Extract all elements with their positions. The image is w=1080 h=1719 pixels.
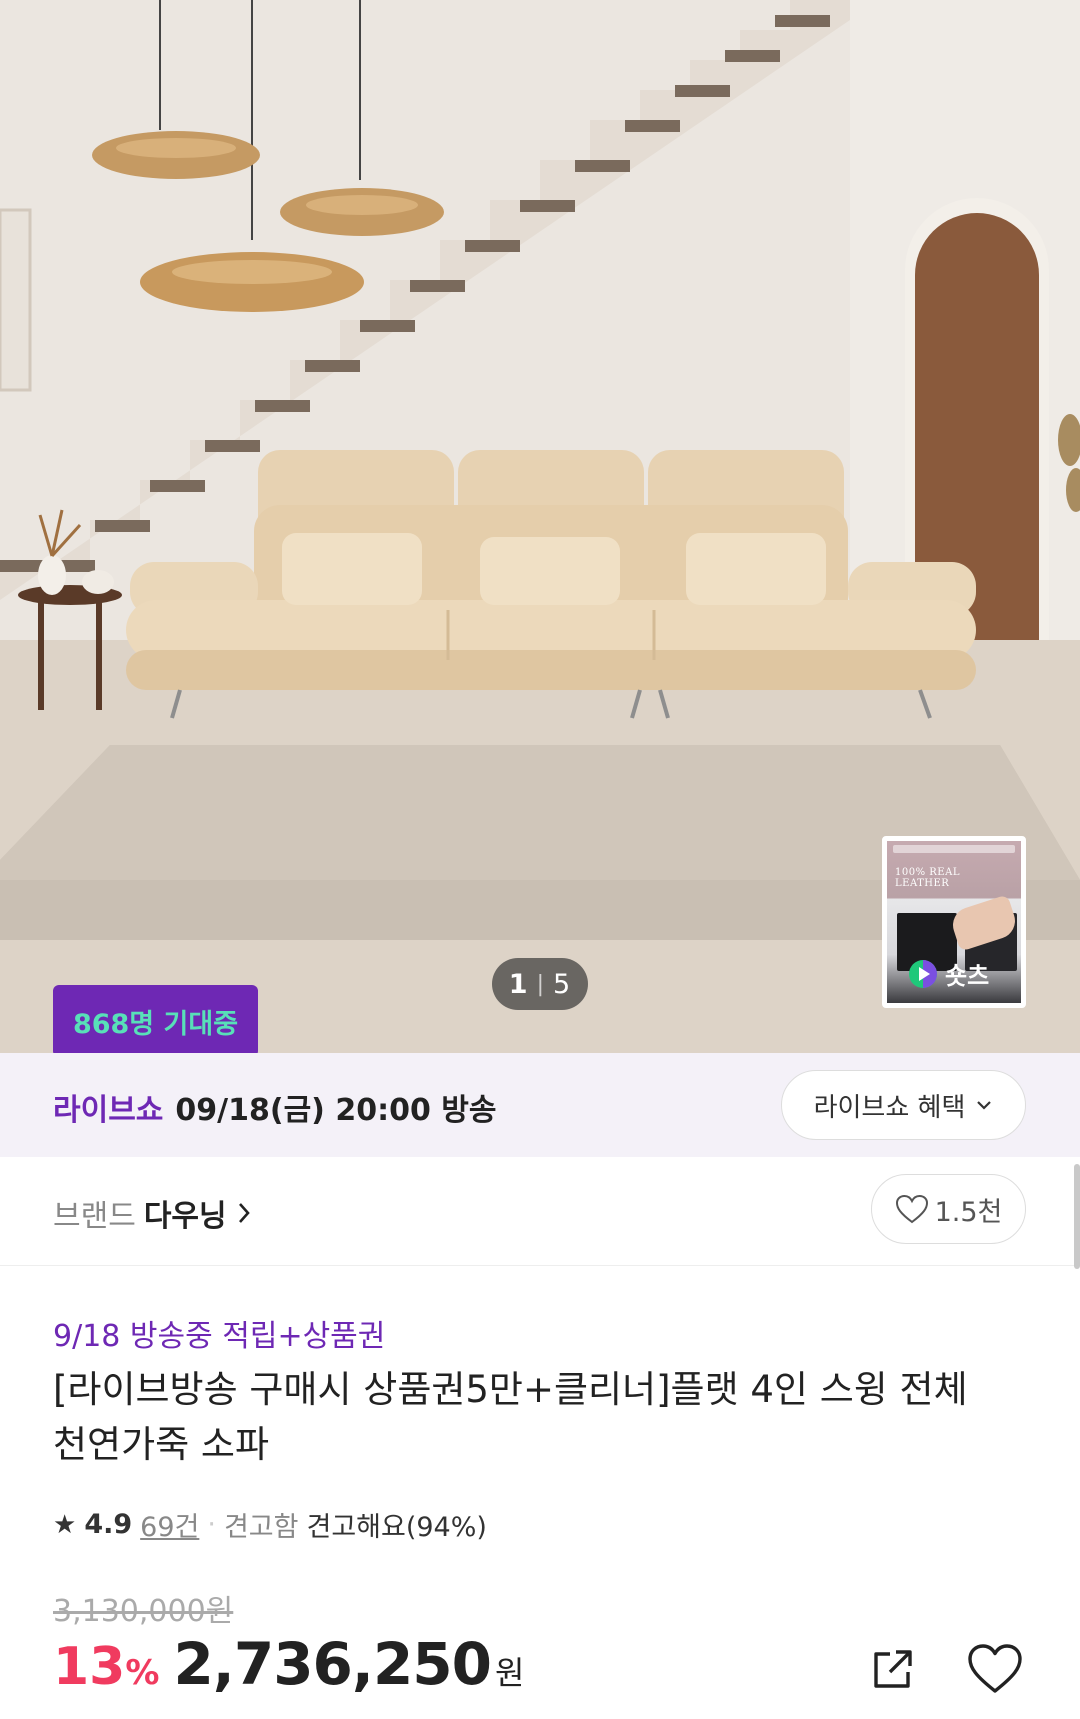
price-unit: 원 [495, 1654, 524, 1692]
image-counter-total: 5 [553, 968, 572, 1000]
brand-like-button[interactable]: 1.5천 [871, 1174, 1026, 1244]
expectation-badge: 868명 기대중 [53, 985, 258, 1069]
live-show-schedule: 라이브쇼 09/18(금) 20:00 방송 [53, 1085, 496, 1129]
brand-row: 브랜드 다우닝 1.5천 [0, 1157, 1080, 1266]
live-show-benefit-label: 라이브쇼 혜택 [813, 1092, 966, 1123]
live-show-time: 09/18(금) 20:00 방송 [175, 1093, 497, 1128]
attribute-label: 견고함 [223, 1512, 299, 1543]
live-show-benefit-button[interactable]: 라이브쇼 혜택 [781, 1070, 1026, 1140]
separator-dot: · [207, 1509, 216, 1540]
star-icon: ★ [53, 1509, 77, 1540]
price-row: 13% 2,736,250 원 [53, 1630, 524, 1698]
brand-like-count: 1.5천 [934, 1196, 1003, 1228]
share-icon[interactable] [868, 1646, 916, 1694]
shorts-thumbnail-header [893, 845, 1015, 853]
discount-rate: 13% [53, 1637, 159, 1697]
live-show-label: 라이브쇼 [53, 1093, 164, 1128]
discount-value: 13 [53, 1637, 126, 1697]
shorts-thumbnail[interactable]: 100% REAL LEATHER 숏츠 [882, 836, 1026, 1008]
image-counter-separator: | [536, 971, 546, 997]
heart-outline-icon [895, 1194, 928, 1224]
rating-score: 4.9 [84, 1509, 133, 1540]
image-counter-current: 1 [508, 968, 529, 1000]
brand-label: 브랜드 [53, 1199, 136, 1234]
rating-row: ★ 4.9 69건 · 견고함 견고해요(94%) [53, 1505, 487, 1544]
chevron-down-icon [977, 1101, 992, 1110]
product-image-carousel[interactable]: 1 | 5 100% REAL LEATHER 숏츠 [0, 0, 1080, 1053]
scrollbar[interactable] [1074, 1164, 1080, 1269]
image-counter: 1 | 5 [492, 958, 588, 1010]
review-count-link[interactable]: 69건 [140, 1505, 199, 1544]
shorts-label: 숏츠 [907, 956, 989, 991]
brand-name: 다우닝 [143, 1199, 227, 1234]
original-price: 3,130,000원 [53, 1594, 234, 1629]
live-show-bar: 라이브쇼 09/18(금) 20:00 방송 라이브쇼 혜택 [0, 1053, 1080, 1157]
sale-price: 2,736,250 원 [173, 1630, 524, 1698]
shorts-caption: 100% REAL LEATHER [895, 867, 960, 889]
discount-unit: % [125, 1653, 160, 1693]
sale-price-value: 2,736,250 [173, 1630, 492, 1698]
shorts-label-text: 숏츠 [945, 962, 990, 990]
attribute-value: 견고해요(94%) [306, 1512, 487, 1543]
brand-link[interactable]: 브랜드 다우닝 [53, 1191, 253, 1235]
promo-text: 9/18 방송중 적립+상품권 [53, 1319, 386, 1354]
product-title: [라이브방송 구매시 상품권5만+클리너]플랫 4인 스윙 전체 천연가죽 소파 [53, 1368, 968, 1466]
chevron-right-icon [238, 1203, 250, 1223]
wishlist-heart-icon[interactable] [967, 1643, 1023, 1695]
shorts-play-icon [909, 959, 937, 988]
